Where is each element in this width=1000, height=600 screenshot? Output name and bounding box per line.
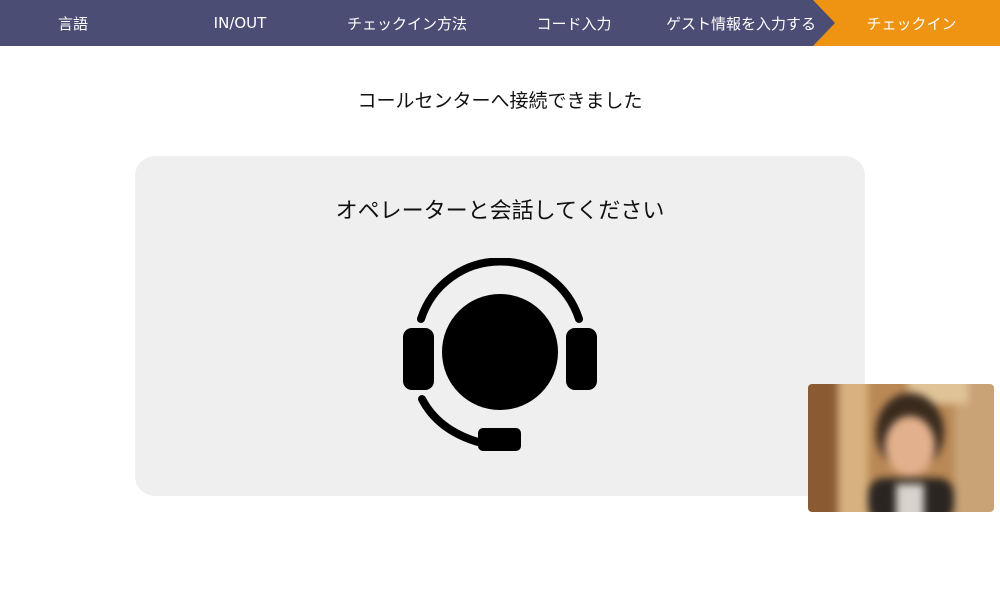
step-checkin-method: チェックイン方法: [312, 0, 502, 46]
operator-video-image: [808, 384, 994, 512]
step-in-out: IN/OUT: [145, 0, 335, 46]
operator-card-title: オペレーターと会話してください: [335, 199, 665, 224]
operator-video-feed: [808, 384, 994, 512]
step-guest-info-label: ゲスト情報を入力する: [666, 14, 817, 33]
step-guest-info: ゲスト情報を入力する: [646, 0, 836, 46]
step-in-out-label: IN/OUT: [213, 14, 267, 32]
step-checkin-current-label: チェックイン: [866, 14, 957, 33]
connection-status-message: コールセンターへ接続できました: [357, 90, 643, 112]
step-code-input: コード入力: [479, 0, 669, 46]
step-code-input-label: コード入力: [536, 14, 612, 33]
step-language: 言語: [0, 0, 168, 46]
step-language-label: 言語: [57, 14, 88, 33]
operator-card: オペレーターと会話してください: [135, 156, 865, 496]
headset-operator-icon: [403, 258, 597, 451]
step-checkin-current: チェックイン: [813, 0, 1000, 46]
progress-stepper: 言語 IN/OUT チェックイン方法 コード入力 ゲスト情報を入力する チェック…: [0, 0, 1000, 46]
step-checkin-method-label: チェックイン方法: [346, 14, 467, 33]
